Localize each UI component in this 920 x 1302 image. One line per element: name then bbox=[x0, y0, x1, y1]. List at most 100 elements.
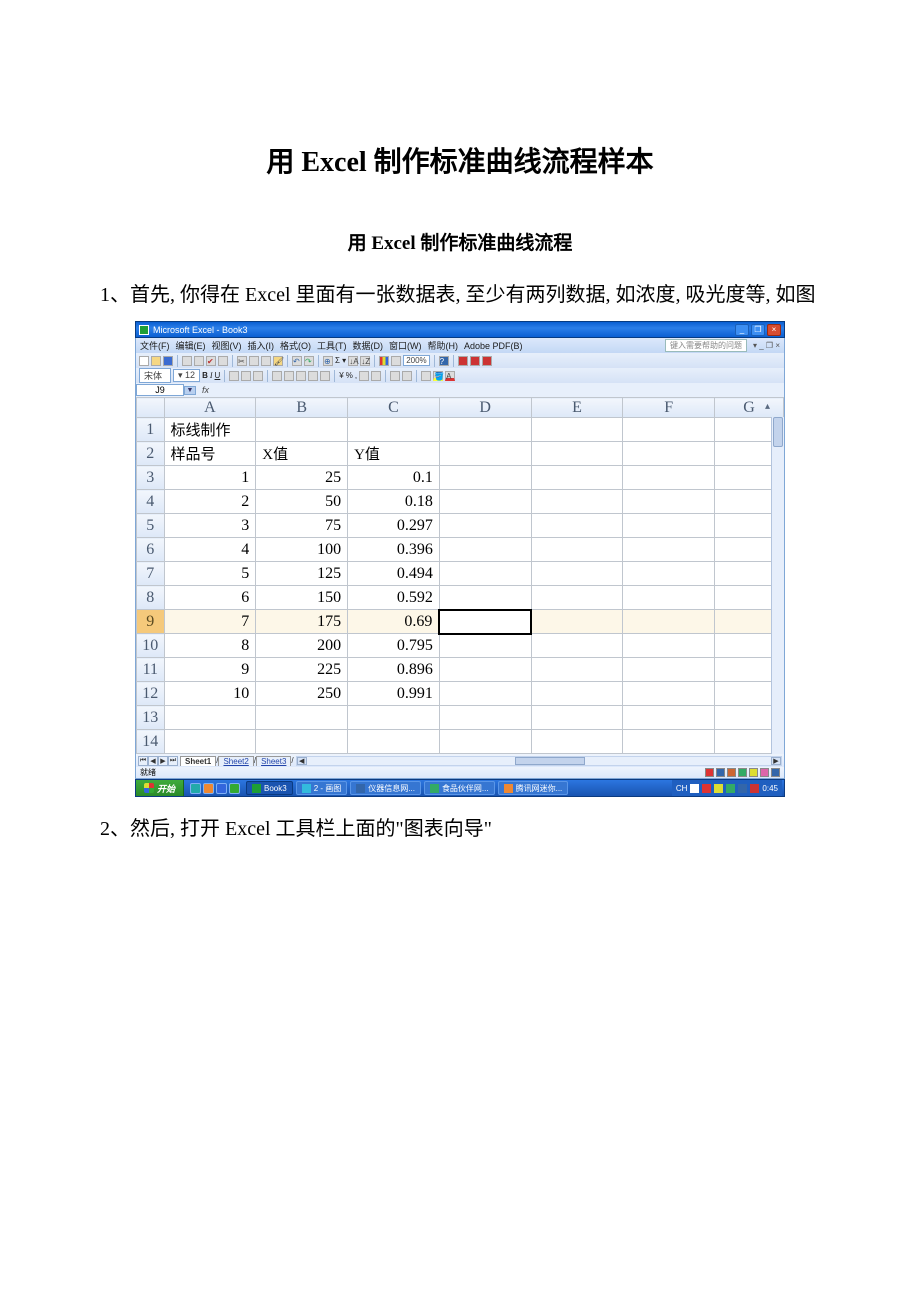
row-header[interactable]: 5 bbox=[137, 514, 165, 538]
menu-item[interactable]: 编辑(E) bbox=[176, 341, 206, 351]
spellcheck-icon[interactable]: ✔ bbox=[206, 356, 216, 366]
sheet-tab[interactable]: Sheet3 bbox=[256, 756, 291, 766]
cell[interactable] bbox=[623, 658, 715, 682]
taskbar-button[interactable]: Book3 bbox=[246, 781, 293, 795]
cell[interactable] bbox=[531, 682, 623, 706]
cell[interactable]: 75 bbox=[256, 514, 348, 538]
cell[interactable] bbox=[623, 538, 715, 562]
tab-nav-next[interactable]: ▶ bbox=[158, 756, 168, 766]
open-icon[interactable] bbox=[151, 356, 161, 366]
spreadsheet-grid[interactable]: ▴ ABCDEFG 1标线制作2样品号X值Y值31250.142500.1853… bbox=[135, 397, 785, 754]
fill-color-icon[interactable]: 🪣 bbox=[433, 371, 443, 381]
cell[interactable]: 7 bbox=[164, 610, 256, 634]
paste-icon[interactable] bbox=[261, 356, 271, 366]
inc-indent-icon[interactable] bbox=[402, 371, 412, 381]
row-header[interactable]: 3 bbox=[137, 466, 165, 490]
help-icon[interactable]: ? bbox=[439, 356, 449, 366]
cell[interactable] bbox=[439, 730, 531, 754]
cell[interactable] bbox=[531, 490, 623, 514]
fx-label[interactable]: fx bbox=[202, 385, 209, 395]
cell[interactable] bbox=[256, 706, 348, 730]
research-icon[interactable] bbox=[218, 356, 228, 366]
cell[interactable]: 200 bbox=[256, 634, 348, 658]
cell[interactable] bbox=[348, 706, 440, 730]
cell[interactable]: 0.1 bbox=[348, 466, 440, 490]
menu-item[interactable]: 插入(I) bbox=[248, 341, 275, 351]
system-tray[interactable]: CH 0:45 bbox=[672, 780, 782, 796]
cell[interactable]: Y值 bbox=[348, 442, 440, 466]
menu-item[interactable]: 工具(T) bbox=[317, 341, 347, 351]
cell[interactable] bbox=[531, 658, 623, 682]
tray-icon[interactable] bbox=[726, 784, 735, 793]
row-header[interactable]: 10 bbox=[137, 634, 165, 658]
cell[interactable]: 0.69 bbox=[348, 610, 440, 634]
row-header[interactable]: 9 bbox=[137, 610, 165, 634]
font-color-icon[interactable]: A bbox=[445, 371, 455, 381]
cell[interactable]: X值 bbox=[256, 442, 348, 466]
cell[interactable] bbox=[623, 466, 715, 490]
menu-item[interactable]: Adobe PDF(B) bbox=[464, 341, 523, 351]
cell[interactable] bbox=[439, 610, 531, 634]
sheet-tab[interactable]: Sheet2 bbox=[218, 756, 253, 766]
borders-icon[interactable] bbox=[421, 371, 431, 381]
cell[interactable] bbox=[439, 514, 531, 538]
taskbar-button[interactable]: 食品伙伴网... bbox=[424, 781, 495, 795]
merge-cells-icon[interactable] bbox=[272, 371, 282, 381]
quicklaunch-icon[interactable] bbox=[229, 783, 240, 794]
tab-nav-first[interactable]: ⏮ bbox=[138, 756, 148, 766]
window-close-button[interactable]: × bbox=[767, 324, 781, 336]
window-minimize-button[interactable]: _ bbox=[735, 324, 749, 336]
row-header[interactable]: 6 bbox=[137, 538, 165, 562]
cell[interactable]: 5 bbox=[164, 562, 256, 586]
cell[interactable]: 8 bbox=[164, 634, 256, 658]
cell[interactable]: 175 bbox=[256, 610, 348, 634]
cell[interactable]: 样品号 bbox=[164, 442, 256, 466]
quicklaunch-icon[interactable] bbox=[216, 783, 227, 794]
align-right-icon[interactable] bbox=[253, 371, 263, 381]
pdf-toolbar-icon[interactable] bbox=[458, 356, 468, 366]
sort-asc-icon[interactable]: ↓A bbox=[348, 356, 358, 366]
taskbar-button[interactable]: 腾讯网迷你... bbox=[498, 781, 569, 795]
dec-indent-icon[interactable] bbox=[390, 371, 400, 381]
valign-mid-icon[interactable] bbox=[308, 371, 318, 381]
cell[interactable] bbox=[256, 730, 348, 754]
name-box-dropdown[interactable]: ▼ bbox=[184, 386, 196, 395]
cell[interactable] bbox=[623, 418, 715, 442]
cell[interactable] bbox=[623, 730, 715, 754]
cell[interactable] bbox=[439, 490, 531, 514]
tray-icon[interactable] bbox=[738, 784, 747, 793]
cell[interactable]: 125 bbox=[256, 562, 348, 586]
cell[interactable] bbox=[623, 490, 715, 514]
redo-icon[interactable]: ↷ bbox=[304, 356, 314, 366]
cell[interactable] bbox=[623, 562, 715, 586]
workbook-window-controls[interactable]: ▾ _ ❐ × bbox=[753, 341, 780, 350]
align-center-icon[interactable] bbox=[241, 371, 251, 381]
cell[interactable]: 0.592 bbox=[348, 586, 440, 610]
drawing-icon[interactable] bbox=[391, 356, 401, 366]
cell[interactable] bbox=[623, 634, 715, 658]
italic-button[interactable]: I bbox=[210, 371, 213, 380]
cell[interactable]: 0.18 bbox=[348, 490, 440, 514]
tray-icon[interactable] bbox=[750, 784, 759, 793]
cell[interactable] bbox=[531, 442, 623, 466]
tray-icon[interactable] bbox=[690, 784, 699, 793]
chart-wizard-icon[interactable] bbox=[379, 356, 389, 366]
cell[interactable] bbox=[439, 634, 531, 658]
cell[interactable]: 50 bbox=[256, 490, 348, 514]
cell[interactable] bbox=[531, 730, 623, 754]
cell[interactable]: 25 bbox=[256, 466, 348, 490]
valign-bot-icon[interactable] bbox=[320, 371, 330, 381]
menu-item[interactable]: 视图(V) bbox=[212, 341, 242, 351]
cell[interactable]: 1 bbox=[164, 466, 256, 490]
column-header[interactable]: G bbox=[715, 398, 784, 418]
cell[interactable]: 标线制作 bbox=[164, 418, 256, 442]
cell[interactable] bbox=[439, 418, 531, 442]
cell[interactable] bbox=[623, 514, 715, 538]
undo-icon[interactable]: ↶ bbox=[292, 356, 302, 366]
pdf-toolbar-icon-2[interactable] bbox=[470, 356, 480, 366]
row-header[interactable]: 12 bbox=[137, 682, 165, 706]
row-header[interactable]: 8 bbox=[137, 586, 165, 610]
font-name-box[interactable]: 宋体 bbox=[139, 368, 171, 383]
help-search-box[interactable]: 键入需要帮助的问题 bbox=[665, 339, 747, 352]
cell[interactable] bbox=[623, 586, 715, 610]
